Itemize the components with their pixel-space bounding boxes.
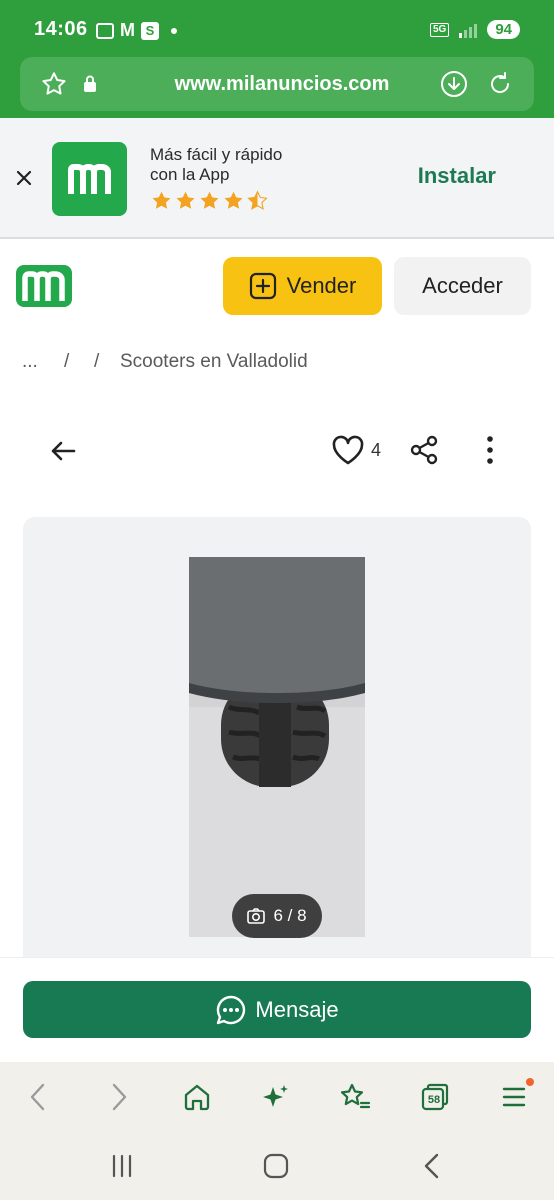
recent-apps-icon[interactable] <box>108 1152 136 1185</box>
plus-square-icon <box>249 272 276 300</box>
download-icon[interactable] <box>440 70 468 103</box>
url-bar[interactable]: www.milanuncios.com <box>20 57 534 111</box>
breadcrumb-ellipsis[interactable]: ... <box>22 351 64 373</box>
notification-icons: M S <box>96 20 177 41</box>
message-label: Mensaje <box>255 996 339 1022</box>
home-icon[interactable] <box>180 1080 214 1114</box>
back-arrow-icon[interactable] <box>48 436 78 471</box>
menu-icon[interactable] <box>497 1078 534 1114</box>
back-icon[interactable] <box>21 1080 55 1114</box>
app-install-banner: Más fácil y rápido con la App Instalar <box>0 118 554 239</box>
banner-line2: con la App <box>150 165 230 184</box>
photo-counter-text: 6 / 8 <box>273 906 307 925</box>
network-type: 5G <box>429 22 450 37</box>
reload-icon[interactable] <box>486 70 514 103</box>
dot-icon <box>171 27 177 34</box>
camera-icon <box>247 908 266 924</box>
favorites-count: 4 <box>371 440 382 460</box>
sell-label: Vender <box>286 273 357 298</box>
close-icon[interactable] <box>14 168 34 188</box>
status-right: 5G 94 <box>429 20 520 39</box>
photo-counter: 6 / 8 <box>232 894 322 938</box>
browser-toolbar: 58 <box>0 1062 554 1132</box>
star-icon <box>152 191 171 209</box>
tabs-count: 58 <box>427 1094 441 1106</box>
star-icon <box>176 191 195 209</box>
star-icon <box>224 191 243 209</box>
login-label: Acceder <box>422 273 503 298</box>
back-nav-icon[interactable] <box>420 1152 444 1185</box>
forward-icon[interactable] <box>102 1080 136 1114</box>
message-button[interactable]: Mensaje <box>23 981 531 1038</box>
chat-bubble-icon <box>217 995 246 1024</box>
sparkle-icon[interactable] <box>259 1080 293 1114</box>
notification-dot <box>526 1078 534 1086</box>
milanuncios-logo[interactable] <box>16 265 72 312</box>
star-icon <box>200 191 219 209</box>
heart-icon[interactable] <box>331 434 365 471</box>
signal-icon <box>459 22 478 38</box>
image-gallery[interactable]: 6 / 8 <box>23 517 531 977</box>
status-time: 14:06 <box>34 18 88 40</box>
bookmarks-star-icon[interactable] <box>338 1080 372 1114</box>
breadcrumb-separator: / <box>94 351 100 372</box>
breadcrumb-current[interactable]: Scooters en Valladolid <box>120 351 308 373</box>
share-icon[interactable] <box>408 434 440 471</box>
login-button[interactable]: Acceder <box>394 257 531 315</box>
rating-stars <box>150 190 269 212</box>
app-logo <box>52 142 127 216</box>
banner-line1: Más fácil y rápido <box>150 145 283 164</box>
battery-indicator: 94 <box>487 20 520 39</box>
status-bar: 14:06 M S 5G 94 <box>0 0 554 58</box>
sell-button[interactable]: Vender <box>223 257 382 315</box>
banner-text: Más fácil y rápido con la App <box>150 145 282 185</box>
install-button[interactable]: Instalar <box>418 163 496 189</box>
breadcrumb-separator: / <box>64 351 70 372</box>
home-nav-icon[interactable] <box>262 1152 290 1185</box>
half-star-icon <box>247 190 268 210</box>
tabs-icon[interactable]: 58 <box>418 1080 452 1114</box>
breadcrumb: ... / / Scooters en Valladolid <box>22 351 308 373</box>
more-options-icon[interactable] <box>478 434 502 471</box>
screenshot-icon <box>96 22 114 39</box>
gmail-icon: M <box>120 20 135 40</box>
listing-photo[interactable] <box>189 557 365 937</box>
s-app-icon: S <box>141 21 159 40</box>
system-navigation-bar <box>0 1132 554 1200</box>
